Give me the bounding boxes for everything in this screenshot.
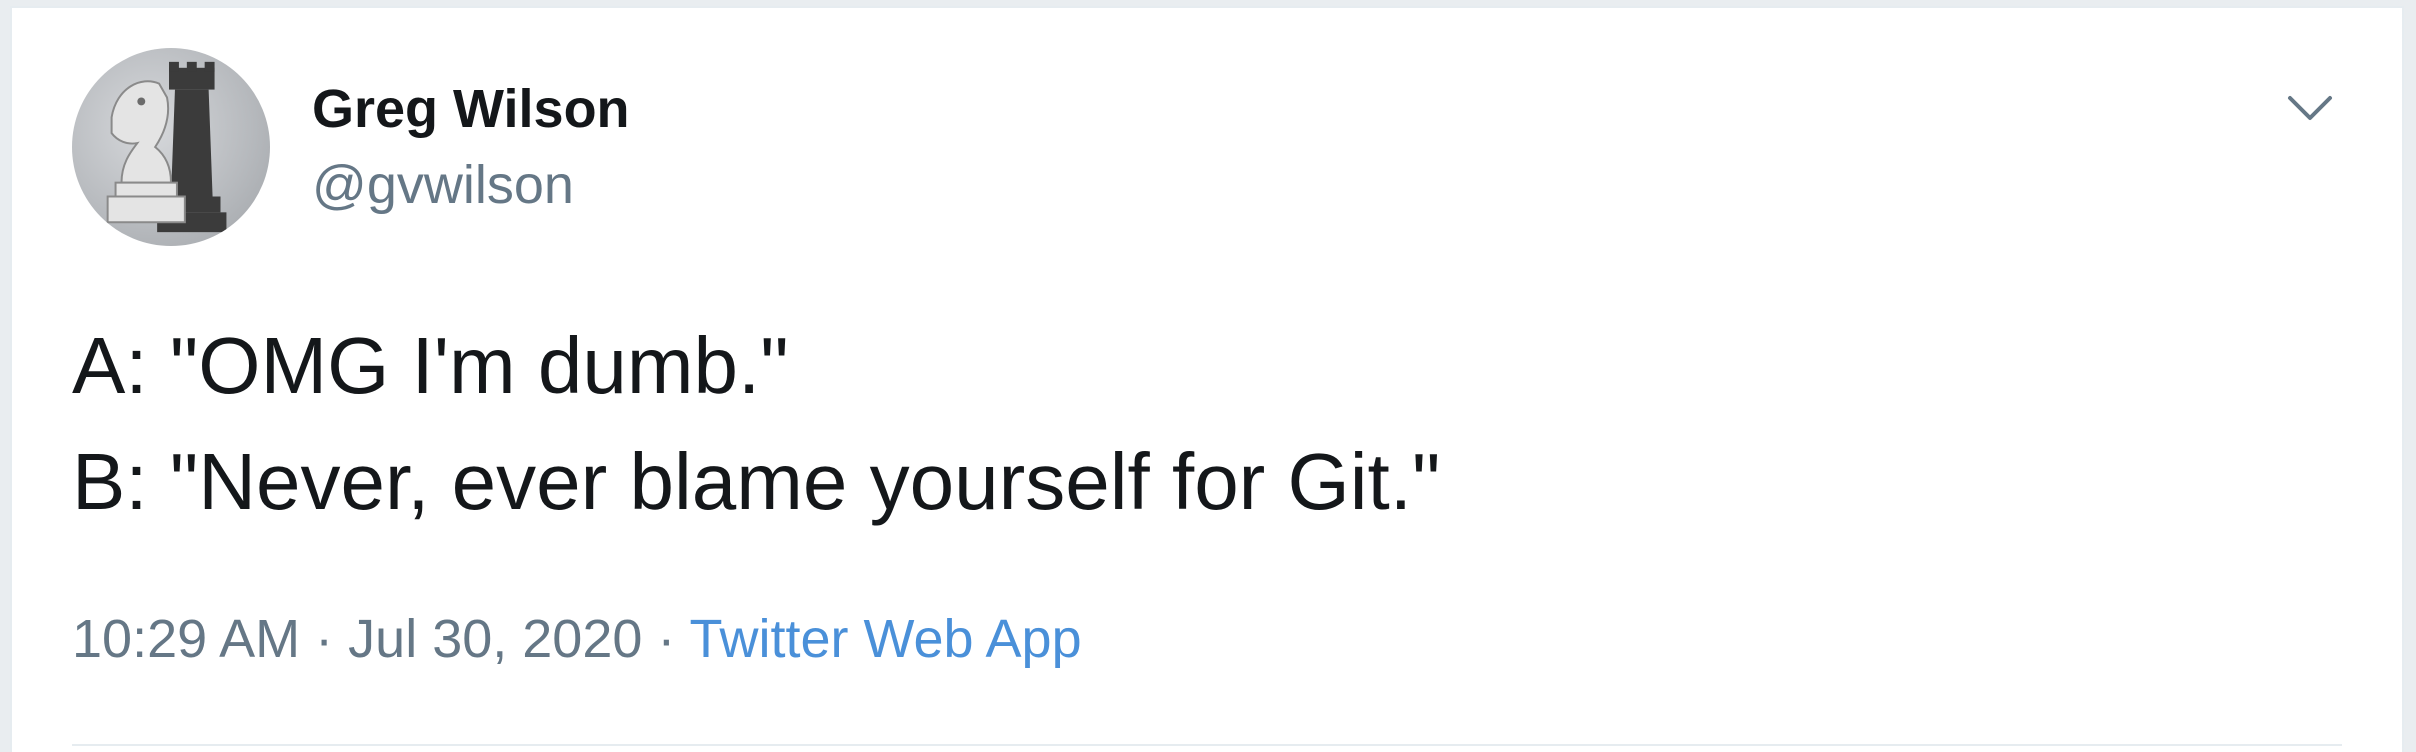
tweet-source-link[interactable]: Twitter Web App	[689, 609, 1081, 669]
avatar[interactable]	[72, 48, 270, 246]
meta-separator: ·	[657, 609, 676, 669]
tweet-time[interactable]: 10:29 AM	[72, 609, 300, 669]
tweet-text-line: A: "OMG I'm dumb."	[72, 321, 789, 410]
user-handle[interactable]: @gvwilson	[312, 158, 574, 212]
display-name[interactable]: Greg Wilson	[312, 82, 630, 136]
meta-separator: ·	[315, 609, 334, 669]
tweet-text-line: B: "Never, ever blame yourself for Git."	[72, 437, 1441, 526]
tweet-date[interactable]: Jul 30, 2020	[348, 609, 642, 669]
tweet-text: A: "OMG I'm dumb." B: "Never, ever blame…	[72, 308, 2272, 540]
divider	[72, 744, 2342, 746]
chess-pieces-avatar-icon	[106, 61, 227, 233]
chevron-down-icon	[2288, 96, 2332, 120]
tweet-options-button[interactable]	[2278, 76, 2342, 140]
tweet-card: Greg Wilson @gvwilson A: "OMG I'm dumb."…	[10, 6, 2404, 752]
tweet-metadata: 10:29 AM · Jul 30, 2020 · Twitter Web Ap…	[72, 612, 1082, 666]
